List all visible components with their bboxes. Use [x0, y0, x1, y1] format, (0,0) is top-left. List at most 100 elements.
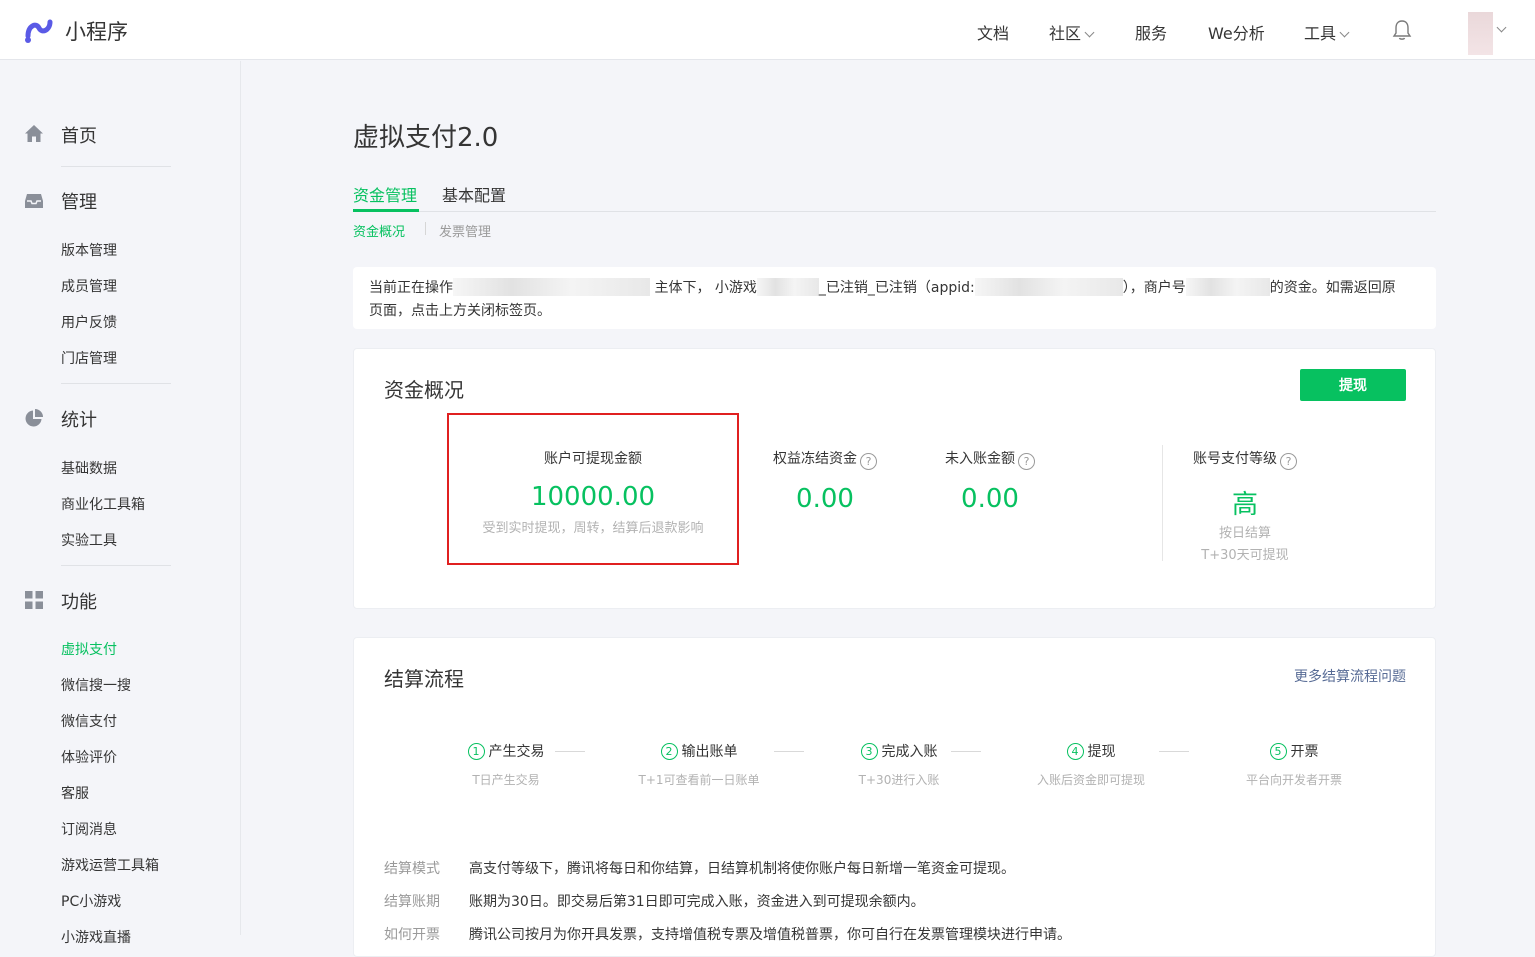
stat-withdrawable: 账户可提现金额 10000.00 受到实时提现，周转，结算后退款影响 — [468, 448, 718, 540]
chevron-down-icon — [1339, 27, 1350, 38]
home-icon — [25, 125, 43, 142]
avatar[interactable] — [1468, 12, 1493, 55]
step-number: 5 — [1269, 743, 1287, 760]
sidebar-item-experience-review[interactable]: 体验评价 — [61, 747, 117, 767]
notice-text: ），商户号 — [1122, 280, 1186, 296]
more-settlement-questions-link[interactable]: 更多结算流程问题 — [1294, 666, 1406, 686]
sidebar-item-wechat-search[interactable]: 微信搜一搜 — [61, 675, 131, 695]
stat-label: 权益冻结资金 — [773, 451, 857, 467]
sidebar-item-game-ops-toolbox[interactable]: 游戏运营工具箱 — [61, 855, 159, 875]
step-label: 提现 — [1087, 744, 1116, 760]
info-row-settlement-mode: 结算模式 高支付等级下，腾讯将每日和你结算，日结算机制将使你账户每日新增一笔资金可… — [384, 858, 1015, 878]
sidebar-item-basic-data[interactable]: 基础数据 — [61, 458, 117, 478]
page-title: 虚拟支付2.0 — [353, 123, 499, 153]
step-number: 4 — [1066, 743, 1084, 760]
step-5: 5 开票 平台向开发者开票 — [1234, 741, 1354, 788]
step-label: 完成入账 — [881, 744, 938, 760]
sidebar-item-pc-minigame[interactable]: PC小游戏 — [61, 891, 121, 911]
top-bar: 小程序 文档 社区 服务 We分析 工具 — [0, 0, 1535, 60]
step-head: 2 输出账单 — [624, 741, 774, 761]
tab-fund-management[interactable]: 资金管理 — [353, 182, 417, 206]
nav-services[interactable]: 服务 — [1135, 20, 1167, 44]
chevron-down-icon[interactable] — [1496, 22, 1507, 33]
info-value: 账期为30日。即交易后第31日即可完成入账，资金进入到可提现余额内。 — [469, 894, 925, 910]
notice-text: 主体下， 小游戏 — [654, 280, 757, 296]
active-tab-indicator — [353, 209, 419, 212]
sidebar-divider — [61, 565, 171, 566]
subtab-fund-overview[interactable]: 资金概况 — [353, 221, 405, 240]
step-head: 3 完成入账 — [839, 741, 959, 761]
step-connector — [555, 751, 585, 752]
sidebar-divider — [61, 383, 171, 384]
chevron-down-icon — [1084, 27, 1095, 38]
info-row-settlement-period: 结算账期 账期为30日。即交易后第31日即可完成入账，资金进入到可提现余额内。 — [384, 891, 925, 911]
sidebar-item-customer-service[interactable]: 客服 — [61, 783, 89, 803]
help-icon[interactable]: ? — [1018, 453, 1035, 470]
sidebar-group-manage[interactable]: 管理 — [61, 188, 97, 214]
redacted-game-name — [756, 278, 819, 296]
grid-icon — [25, 591, 43, 609]
notice-text: 的资金。如需返回原 — [1269, 280, 1396, 296]
step-head: 1 产生交易 — [451, 741, 561, 761]
nav-tools[interactable]: 工具 — [1304, 20, 1350, 44]
sidebar-item-minigame-live[interactable]: 小游戏直播 — [61, 927, 131, 947]
sidebar-group-stats[interactable]: 统计 — [61, 406, 97, 432]
pie-chart-icon — [25, 409, 43, 427]
sidebar-item-experiment-tools[interactable]: 实验工具 — [61, 530, 117, 550]
step-3: 3 完成入账 T+30进行入账 — [839, 741, 959, 788]
nav-we-analytics[interactable]: We分析 — [1208, 20, 1265, 44]
info-key: 结算模式 — [384, 861, 440, 877]
step-head: 5 开票 — [1234, 741, 1354, 761]
step-label: 输出账单 — [681, 744, 738, 760]
sidebar-item-member-manage[interactable]: 成员管理 — [61, 276, 117, 296]
fund-overview-card: 资金概况 提现 账户可提现金额 10000.00 受到实时提现，周转，结算后退款… — [353, 348, 1436, 609]
sidebar-item-subscription-message[interactable]: 订阅消息 — [61, 819, 117, 839]
logo-text[interactable]: 小程序 — [65, 16, 128, 46]
nav-docs[interactable]: 文档 — [977, 20, 1009, 44]
sidebar-item-wechat-pay[interactable]: 微信支付 — [61, 711, 117, 731]
sidebar-item-version-manage[interactable]: 版本管理 — [61, 240, 117, 260]
redacted-appid — [974, 278, 1123, 296]
tab-basic-config[interactable]: 基本配置 — [442, 182, 506, 206]
step-sub: T+30进行入账 — [858, 773, 940, 787]
miniprogram-logo-icon[interactable] — [22, 14, 56, 46]
stat-frozen-funds: 权益冻结资金? 0.00 — [750, 448, 900, 514]
help-icon[interactable]: ? — [1280, 453, 1297, 470]
step-4: 4 提现 入账后资金即可提现 — [1031, 741, 1151, 788]
sidebar-group-features[interactable]: 功能 — [61, 588, 97, 614]
stat-note: 按日结算 — [1218, 526, 1271, 541]
operation-notice: 当前正在操作 主体下， 小游戏 _已注销_已注销（appid: ），商户号 的资金。如… — [353, 267, 1436, 329]
inbox-icon — [25, 194, 43, 208]
step-connector — [951, 751, 981, 752]
stat-value: 10000.00 — [530, 482, 656, 512]
settlement-process-card: 结算流程 更多结算流程问题 1 产生交易 T日产生交易 2 输出账单 T+1可查看前… — [353, 637, 1436, 957]
nav-community[interactable]: 社区 — [1049, 20, 1095, 44]
sidebar-item-commerce-toolbox[interactable]: 商业化工具箱 — [61, 494, 145, 514]
card-title: 资金概况 — [384, 378, 464, 402]
nav-label: 文档 — [977, 24, 1010, 43]
card-title: 结算流程 — [384, 667, 464, 691]
notice-text: _已注销_已注销（appid: — [818, 280, 975, 296]
stat-value: 0.00 — [961, 484, 1019, 514]
step-number: 1 — [467, 743, 485, 760]
step-number: 3 — [860, 743, 878, 760]
step-label: 产生交易 — [488, 744, 545, 760]
stat-payment-level: 账号支付等级? 高 按日结算 T+30天可提现 — [1170, 448, 1320, 567]
stat-label: 未入账金额 — [945, 451, 1015, 467]
stat-value: 0.00 — [796, 484, 854, 514]
step-number: 2 — [660, 743, 678, 760]
sidebar-item-virtual-payment[interactable]: 虚拟支付 — [61, 639, 117, 659]
sidebar-group-home[interactable]: 首页 — [61, 122, 97, 148]
stat-unsettled: 未入账金额? 0.00 — [920, 448, 1060, 514]
withdraw-button[interactable]: 提现 — [1300, 369, 1406, 401]
stat-label-row: 未入账金额? — [920, 448, 1060, 470]
stat-label-row: 账号支付等级? — [1170, 448, 1320, 470]
bell-icon[interactable] — [1392, 19, 1412, 41]
subtab-invoice-management[interactable]: 发票管理 — [439, 221, 491, 240]
step-2: 2 输出账单 T+1可查看前一日账单 — [624, 741, 774, 788]
sidebar-item-store-manage[interactable]: 门店管理 — [61, 348, 117, 368]
sidebar-item-user-feedback[interactable]: 用户反馈 — [61, 312, 117, 332]
help-icon[interactable]: ? — [860, 453, 877, 470]
info-value: 腾讯公司按月为你开具发票，支持增值税专票及增值税普票，你可自行在发票管理模块进行… — [469, 927, 1071, 943]
stat-label: 账号支付等级 — [1193, 451, 1277, 467]
